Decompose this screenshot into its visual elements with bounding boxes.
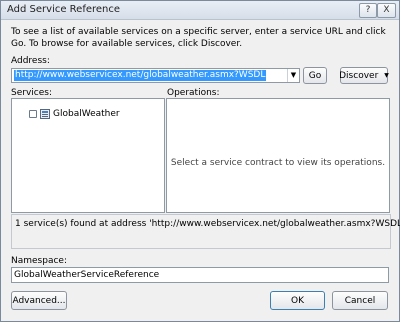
address-input[interactable]: http://www.webservicex.net/globalweather… bbox=[14, 70, 267, 81]
chevron-down-icon: ▼ bbox=[384, 72, 389, 79]
operations-placeholder: Select a service contract to view its op… bbox=[170, 158, 386, 168]
title-bar[interactable]: Add Service Reference ? X bbox=[1, 1, 399, 20]
services-tree[interactable]: GlobalWeather bbox=[11, 98, 165, 213]
discover-button-label: Discover bbox=[339, 70, 379, 81]
expand-icon[interactable] bbox=[29, 110, 37, 118]
cancel-button-label: Cancel bbox=[344, 295, 376, 306]
advanced-button[interactable]: Advanced... bbox=[11, 291, 67, 310]
tree-item-label: GlobalWeather bbox=[53, 109, 120, 119]
dialog-title: Add Service Reference bbox=[7, 4, 121, 15]
cancel-button[interactable]: Cancel bbox=[332, 291, 388, 310]
address-label: Address: bbox=[11, 56, 50, 66]
status-text: 1 service(s) found at address 'http://ww… bbox=[15, 219, 400, 229]
namespace-value: GlobalWeatherServiceReference bbox=[14, 270, 160, 280]
services-label: Services: bbox=[11, 88, 52, 98]
close-button[interactable]: X bbox=[377, 3, 396, 18]
address-combobox[interactable]: http://www.webservicex.net/globalweather… bbox=[11, 68, 300, 83]
intro-text: To see a list of available services on a… bbox=[11, 27, 386, 49]
service-icon bbox=[40, 109, 50, 119]
help-button[interactable]: ? bbox=[359, 3, 377, 18]
tree-item-globalweather[interactable]: GlobalWeather bbox=[29, 109, 120, 119]
operations-list[interactable]: Select a service contract to view its op… bbox=[166, 98, 390, 213]
namespace-input[interactable]: GlobalWeatherServiceReference bbox=[11, 267, 389, 283]
ok-button-label: OK bbox=[291, 295, 304, 306]
go-button[interactable]: Go bbox=[303, 67, 327, 84]
operations-label: Operations: bbox=[167, 88, 220, 98]
chevron-down-icon: ▼ bbox=[290, 71, 297, 79]
go-button-label: Go bbox=[308, 70, 322, 81]
address-dropdown-button[interactable]: ▼ bbox=[287, 69, 299, 82]
add-service-reference-dialog: Add Service Reference ? X To see a list … bbox=[0, 0, 400, 322]
advanced-button-label: Advanced... bbox=[12, 295, 66, 306]
ok-button[interactable]: OK bbox=[270, 291, 325, 310]
status-area: 1 service(s) found at address 'http://ww… bbox=[11, 214, 400, 249]
namespace-label: Namespace: bbox=[11, 256, 67, 266]
discover-button[interactable]: Discover ▼ bbox=[339, 67, 389, 84]
